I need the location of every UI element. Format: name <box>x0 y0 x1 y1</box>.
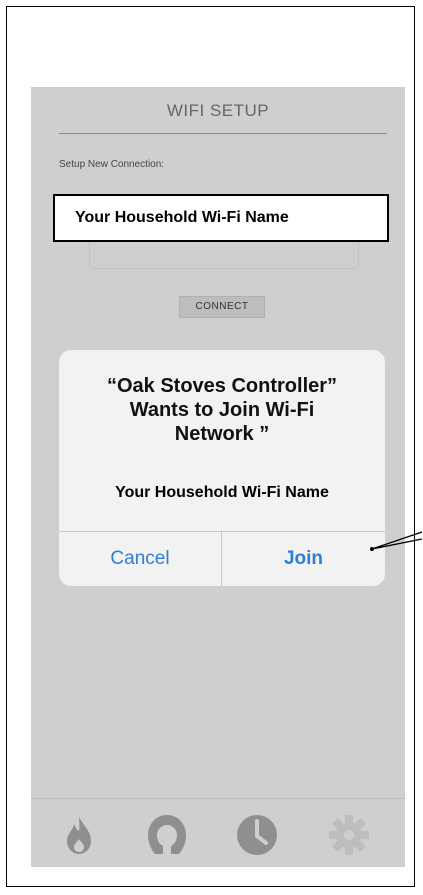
callout-pointer <box>370 531 423 551</box>
